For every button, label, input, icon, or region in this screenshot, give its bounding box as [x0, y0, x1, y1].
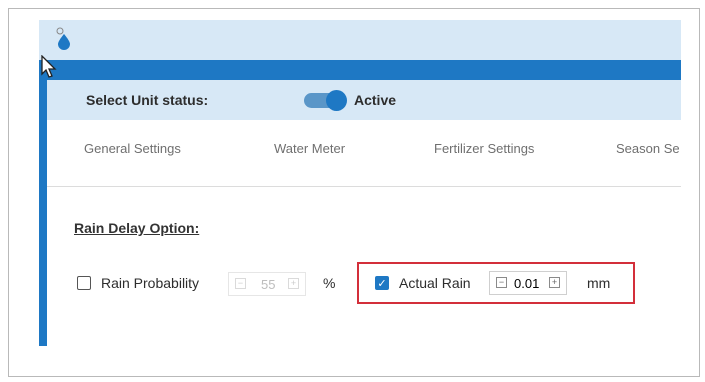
unit-status-bar: Select Unit status: Active: [47, 80, 681, 120]
decrement-icon[interactable]: −: [235, 278, 246, 289]
tab-fertilizer-settings[interactable]: Fertilizer Settings: [434, 141, 534, 156]
actual-rain-unit: mm: [587, 275, 611, 291]
rain-probability-value: 55: [261, 277, 276, 292]
left-accent-stripe: [39, 60, 47, 346]
actual-rain-highlight: ✓ Actual Rain − 0.01 + mm: [357, 262, 635, 304]
title-bar: [39, 20, 681, 60]
rain-probability-label: Rain Probability: [101, 275, 200, 291]
toggle-knob[interactable]: [326, 90, 347, 111]
tab-season-settings[interactable]: Season Se: [616, 141, 680, 156]
water-drop-icon: [56, 27, 70, 50]
unit-status-value: Active: [354, 92, 397, 108]
tab-water-meter[interactable]: Water Meter: [274, 141, 345, 156]
rain-delay-panel: Rain Delay Option: Rain Probability − 55…: [47, 187, 681, 346]
unit-status-label: Select Unit status:: [86, 92, 209, 108]
actual-rain-stepper[interactable]: − 0.01 +: [489, 271, 567, 295]
settings-tabs: General Settings Water Meter Fertilizer …: [47, 120, 681, 187]
rain-probability-stepper[interactable]: − 55 +: [228, 272, 306, 296]
mouse-pointer-icon: [41, 55, 57, 78]
increment-icon[interactable]: +: [549, 277, 560, 288]
rain-probability-unit: %: [323, 275, 336, 291]
tab-general-settings[interactable]: General Settings: [84, 141, 181, 156]
increment-icon[interactable]: +: [288, 278, 299, 289]
rain-delay-title: Rain Delay Option:: [74, 220, 200, 236]
actual-rain-value[interactable]: 0.01: [514, 276, 539, 291]
actual-rain-label: Actual Rain: [399, 275, 471, 291]
actual-rain-checkbox[interactable]: ✓: [375, 276, 389, 290]
decrement-icon[interactable]: −: [496, 277, 507, 288]
unit-status-toggle[interactable]: [304, 90, 347, 111]
rain-probability-checkbox[interactable]: [77, 276, 91, 290]
header-accent-bar: [39, 60, 681, 80]
